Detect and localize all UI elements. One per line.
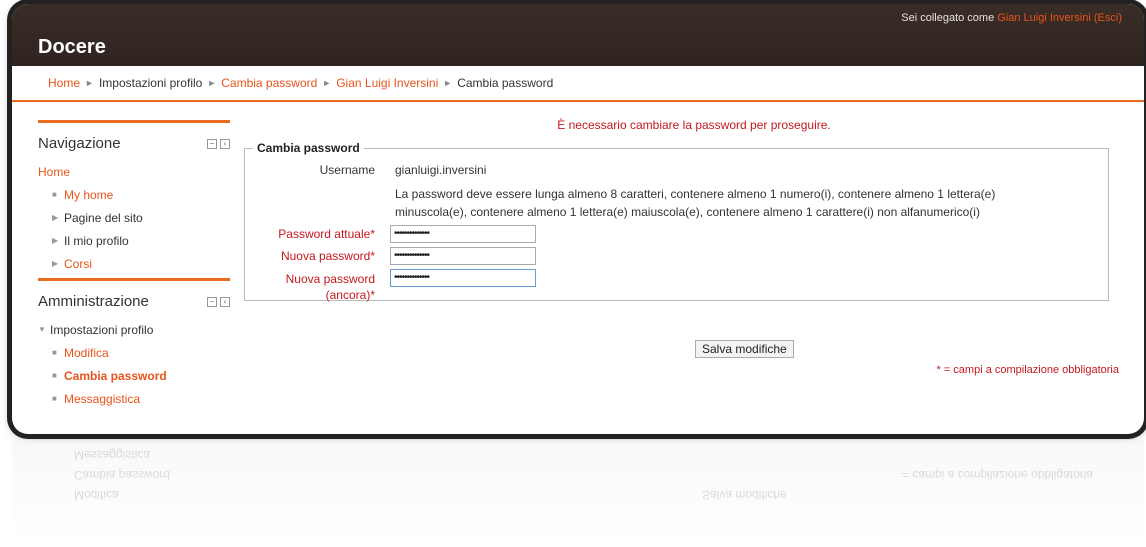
administration-block-header: Amministrazione − ‹ — [38, 281, 230, 318]
breadcrumb: Home ► Impostazioni profilo ► Cambia pas… — [12, 66, 1144, 102]
bullet-icon: ■ — [52, 371, 57, 380]
required-star-icon: * — [370, 249, 375, 263]
administration-list: ▼ Impostazioni profilo ■ Modifica ■ Cambia … — [38, 318, 230, 410]
expand-arrow-icon: ▶ — [52, 213, 59, 222]
policy-line: La password deve essere lunga almeno 8 c… — [395, 187, 996, 201]
reflection-text: Salva modifiche — [702, 488, 787, 502]
admin-item-label: Modifica — [64, 345, 109, 360]
dock-icon[interactable]: ‹ — [220, 296, 230, 307]
label-text: Nuova password — [285, 272, 375, 286]
dock-icon[interactable]: ‹ — [220, 138, 230, 149]
fieldset-legend: Cambia password — [253, 141, 364, 155]
expand-arrow-icon: ▶ — [52, 236, 59, 245]
expand-arrow-icon: ▶ — [52, 259, 59, 268]
bullet-icon: ■ — [52, 190, 57, 199]
bullet-icon: ■ — [52, 394, 57, 403]
new-password-label: Nuova password* — [245, 249, 375, 263]
admin-item-messaging[interactable]: ■ Messaggistica — [38, 387, 230, 410]
navigation-block-title: Navigazione — [38, 135, 121, 152]
required-star-icon: * — [936, 364, 941, 376]
admin-item-label: Cambia password — [64, 368, 167, 383]
password-change-notice: È necessario cambiare la password per pr… — [557, 118, 831, 132]
block-controls: − ‹ — [207, 138, 230, 149]
required-note-text: = campi a compilazione obbligatoria — [943, 364, 1119, 376]
new-password-input[interactable]: •••••••••••••• — [390, 247, 536, 265]
navigation-list: Home ■ My home ▶ Pagine del sito ▶ Il mio p… — [38, 160, 230, 275]
admin-item-label: Impostazioni profilo — [50, 322, 154, 337]
breadcrumb-separator-icon: ► — [443, 78, 453, 88]
reflection-text: Messaggistica — [74, 448, 151, 462]
breadcrumb-separator-icon: ► — [322, 78, 332, 88]
expanded-arrow-icon: ▼ — [38, 325, 46, 334]
nav-item-label: Il mio profilo — [64, 233, 129, 248]
label-text: (ancora) — [325, 288, 371, 302]
admin-item-change-password[interactable]: ■ Cambia password — [38, 364, 230, 387]
breadcrumb-current: Cambia password — [457, 76, 554, 90]
required-star-icon: * — [370, 288, 375, 302]
required-fields-note: * = campi a compilazione obbligatoria — [936, 364, 1119, 376]
current-password-input[interactable]: •••••••••••••• — [390, 225, 536, 243]
breadcrumb-separator-icon: ► — [85, 78, 94, 88]
page-content: Navigazione − ‹ Home ■ My home ▶ Pagine de… — [12, 102, 1144, 432]
logout-link[interactable]: (Esci) — [1094, 12, 1122, 24]
reflection-text: = campi a compilazione obbligatoria — [902, 468, 1094, 482]
collapse-icon[interactable]: − — [207, 138, 217, 149]
current-password-row: Password attuale* •••••••••••••• — [245, 225, 1105, 245]
nav-item-home[interactable]: Home — [38, 160, 230, 183]
bullet-icon: ■ — [52, 348, 57, 357]
breadcrumb-user[interactable]: Gian Luigi Inversini — [336, 76, 438, 90]
label-text: Nuova password — [280, 249, 371, 263]
breadcrumb-change-password[interactable]: Cambia password — [221, 76, 317, 90]
nav-item-label: Corsi — [64, 256, 93, 271]
new-password-again-input[interactable]: •••••••••••••• — [390, 269, 536, 287]
login-prefix: Sei collegato come — [901, 12, 995, 24]
admin-item-profile-settings[interactable]: ▼ Impostazioni profilo — [38, 318, 230, 341]
screenshot-reflection: Messaggistica Cambia password Modifica S… — [12, 440, 1144, 547]
collapse-icon[interactable]: − — [207, 296, 217, 307]
nav-item-courses[interactable]: ▶ Corsi — [38, 252, 230, 275]
current-password-label: Password attuale* — [245, 227, 375, 241]
site-name[interactable]: Docere — [38, 36, 106, 59]
administration-block-title: Amministrazione — [38, 293, 149, 310]
nav-item-my-home[interactable]: ■ My home — [38, 183, 230, 206]
nav-item-label: My home — [64, 187, 114, 202]
breadcrumb-separator-icon: ► — [207, 78, 217, 88]
login-user-link[interactable]: Gian Luigi Inversini — [997, 12, 1091, 24]
breadcrumb-home[interactable]: Home — [48, 76, 80, 90]
login-info: Sei collegato come Gian Luigi Inversini … — [901, 12, 1122, 24]
site-header: Docere Sei collegato come Gian Luigi Inv… — [12, 4, 1144, 66]
nav-item-my-profile[interactable]: ▶ Il mio profilo — [38, 229, 230, 252]
new-password-again-row: Nuova password (ancora)* •••••••••••••• — [245, 269, 1105, 303]
browser-frame: Docere Sei collegato come Gian Luigi Inv… — [12, 4, 1144, 434]
new-password-again-label: Nuova password (ancora)* — [245, 271, 375, 303]
required-star-icon: * — [370, 227, 375, 241]
block-controls: − ‹ — [207, 296, 230, 307]
change-password-fieldset: Cambia password Username gianluigi.inver… — [244, 141, 1109, 303]
admin-item-edit[interactable]: ■ Modifica — [38, 341, 230, 364]
nav-item-label: Pagine del sito — [64, 210, 143, 225]
nav-item-site-pages[interactable]: ▶ Pagine del sito — [38, 206, 230, 229]
navigation-block-header: Navigazione − ‹ — [38, 123, 230, 160]
new-password-row: Nuova password* •••••••••••••• — [245, 247, 1105, 267]
nav-item-label: Home — [38, 164, 71, 179]
reflection-text: Modifica — [74, 488, 119, 502]
admin-item-label: Messaggistica — [64, 391, 141, 406]
username-value: gianluigi.inversini — [395, 163, 487, 177]
policy-line: minuscola(e), contenere almeno 1 lettera… — [395, 205, 980, 219]
save-changes-button[interactable]: Salva modifiche — [695, 340, 794, 358]
administration-block: Amministrazione − ‹ ▼ Impostazioni profil… — [38, 278, 230, 410]
password-policy: La password deve essere lunga almeno 8 c… — [395, 185, 1095, 221]
breadcrumb-profile-settings: Impostazioni profilo — [98, 76, 203, 90]
navigation-block: Navigazione − ‹ Home ■ My home ▶ Pagine de… — [38, 120, 230, 275]
username-label: Username — [319, 163, 375, 177]
reflection-text: Cambia password — [74, 468, 171, 482]
label-text: Password attuale — [278, 227, 371, 241]
